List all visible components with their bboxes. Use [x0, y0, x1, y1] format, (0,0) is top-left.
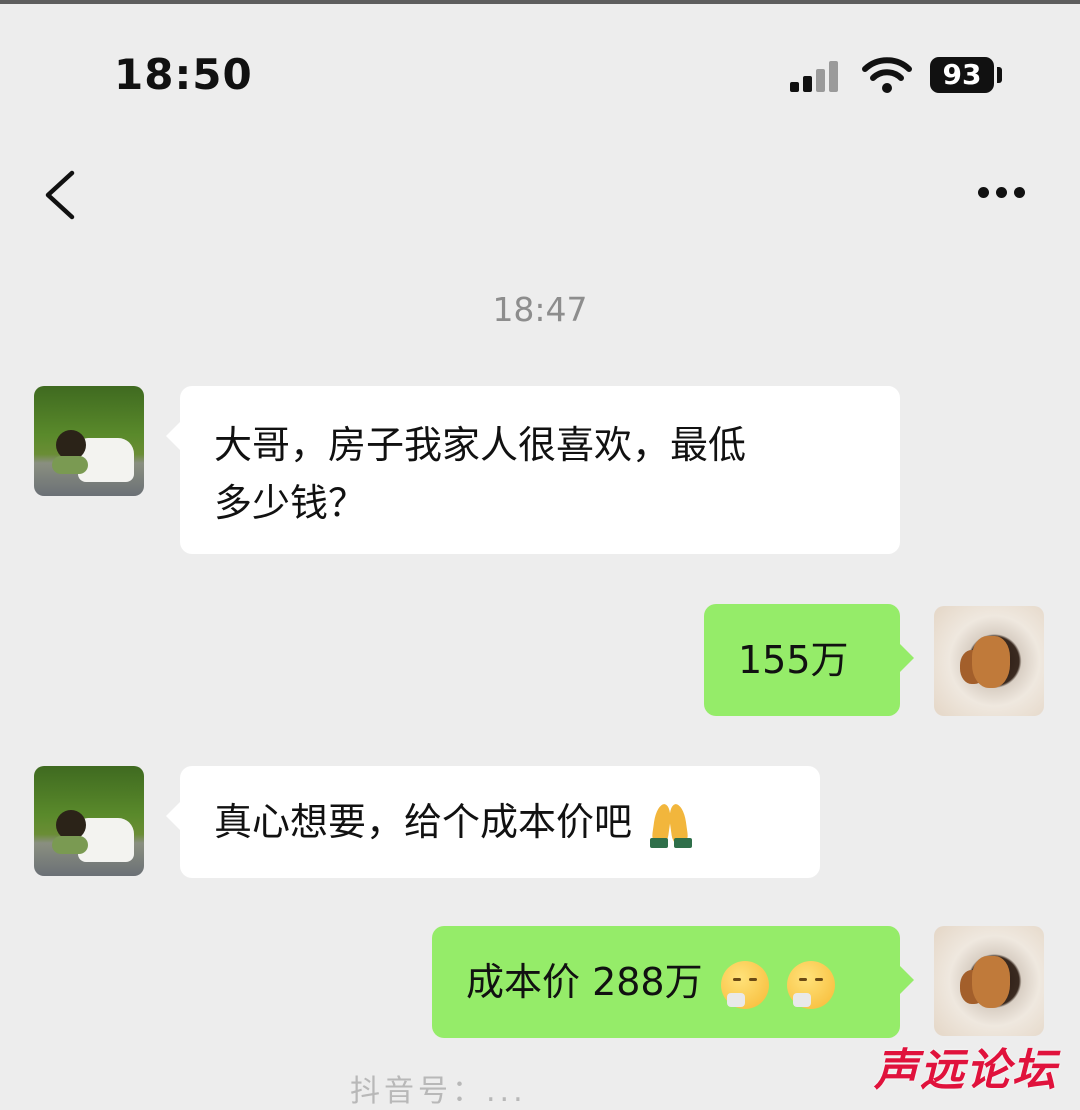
sneezing-face-emoji-icon: [720, 960, 769, 1009]
forum-watermark: 声远论坛: [874, 1045, 1058, 1096]
my-avatar[interactable]: [934, 606, 1044, 716]
sneezing-face-emoji-icon: [786, 960, 835, 1009]
cellular-signal-icon: [790, 60, 842, 92]
praying-hands-emoji-icon: [648, 802, 694, 848]
battery-cap: [997, 67, 1002, 83]
contact-avatar[interactable]: [34, 386, 144, 496]
wifi-icon: [862, 57, 912, 93]
message-text: 成本价 288万: [466, 960, 703, 1004]
back-chevron-icon[interactable]: [36, 165, 86, 225]
contact-avatar[interactable]: [34, 766, 144, 876]
bottom-caption: 抖音号：...: [350, 1074, 527, 1109]
message-bubble-outgoing[interactable]: 155万: [704, 604, 914, 716]
message-text: 真心想要，给个成本价吧: [214, 800, 633, 844]
battery-level: 93: [930, 57, 994, 93]
my-avatar[interactable]: [934, 926, 1044, 1036]
message-bubble-incoming[interactable]: 大哥，房子我家人很喜欢，最低 多少钱？: [166, 386, 900, 554]
message-text-line: 多少钱？: [214, 481, 367, 525]
message-text-line: 大哥，房子我家人很喜欢，最低: [214, 423, 747, 467]
status-time: 18:50: [114, 50, 253, 99]
top-border: [0, 0, 1080, 4]
more-options-icon[interactable]: [968, 176, 1034, 210]
message-bubble-outgoing[interactable]: 成本价 288万: [432, 926, 914, 1038]
message-text: 155万: [738, 638, 849, 682]
message-bubble-incoming[interactable]: 真心想要，给个成本价吧: [166, 766, 820, 878]
chat-timestamp: 18:47: [492, 290, 588, 329]
